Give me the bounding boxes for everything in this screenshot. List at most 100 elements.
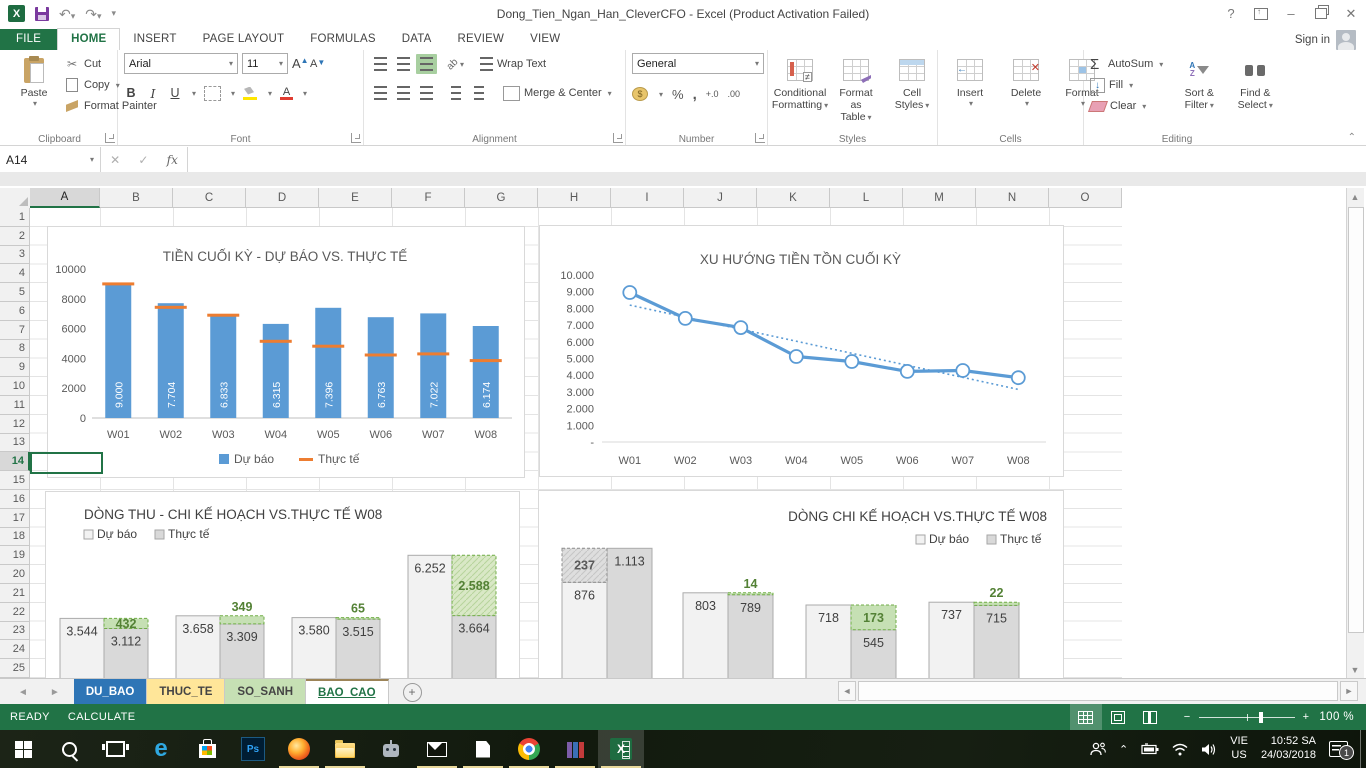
zoom-in-button[interactable]: + [1303, 711, 1310, 723]
column-header-K[interactable]: K [757, 188, 830, 208]
decrease-indent-button[interactable] [445, 83, 466, 103]
row-header-1[interactable]: 1 [0, 208, 30, 227]
taskbar-photoshop-icon[interactable]: Ps [230, 730, 276, 768]
fill-color-icon[interactable] [243, 87, 258, 100]
taskbar-store-icon[interactable] [184, 730, 230, 768]
row-header-25[interactable]: 25 [0, 659, 30, 678]
wifi-icon[interactable] [1172, 743, 1188, 756]
row-header-13[interactable]: 13 [0, 434, 30, 453]
percent-style-button[interactable]: % [672, 87, 684, 102]
formula-input[interactable] [188, 147, 1366, 172]
middle-align-button[interactable] [393, 54, 414, 74]
column-header-M[interactable]: M [903, 188, 976, 208]
decrease-decimal-button[interactable]: .00 [728, 90, 741, 99]
sheet-tab-du_bao[interactable]: DU_BAO [74, 679, 148, 705]
row-header-4[interactable]: 4 [0, 264, 30, 283]
language-indicator[interactable]: VIE US [1230, 735, 1248, 763]
column-header-A[interactable]: A [30, 188, 100, 208]
chart-dong-thu[interactable]: DÒNG THU - CHI KẾ HOẠCH VS.THỰC TẾ W08Dự… [45, 491, 520, 678]
column-header-N[interactable]: N [976, 188, 1049, 208]
taskbar-task-view-icon[interactable] [92, 730, 138, 768]
borders-icon[interactable] [204, 86, 221, 101]
sign-in[interactable]: Sign in [1295, 30, 1366, 50]
select-all-corner[interactable] [0, 188, 31, 209]
column-header-B[interactable]: B [100, 188, 173, 208]
number-dialog-launcher-icon[interactable] [755, 133, 765, 143]
collapse-ribbon-icon[interactable]: ⌃ [1348, 132, 1356, 143]
scroll-up-icon[interactable]: ▲ [1347, 188, 1363, 205]
shrink-font-button[interactable]: A▼ [310, 58, 324, 70]
zoom-level[interactable]: 100 % [1319, 711, 1354, 723]
horizontal-scrollbar[interactable]: ◄ ► [838, 681, 1358, 701]
font-family-select[interactable]: Arial▾ [124, 53, 238, 74]
ribbon-tab-review[interactable]: REVIEW [445, 29, 518, 50]
name-box-dropdown-icon[interactable]: ▾ [90, 155, 94, 164]
row-header-5[interactable]: 5 [0, 283, 30, 302]
restore-button[interactable] [1306, 0, 1336, 27]
find-select-button[interactable]: Find & Select▾ [1229, 53, 1281, 132]
bold-button[interactable]: B [124, 86, 138, 100]
italic-button[interactable]: I [146, 86, 160, 101]
normal-view-button[interactable] [1070, 704, 1102, 730]
name-box[interactable]: A14 ▾ [0, 147, 101, 172]
row-header-22[interactable]: 22 [0, 603, 30, 622]
paste-button[interactable]: Paste▾ [8, 53, 60, 132]
alignment-dialog-launcher-icon[interactable] [613, 133, 623, 143]
row-header-17[interactable]: 17 [0, 509, 30, 528]
close-button[interactable]: ✕ [1336, 0, 1366, 27]
taskbar-file-explorer-icon[interactable] [322, 730, 368, 768]
row-header-23[interactable]: 23 [0, 622, 30, 641]
row-header-14[interactable]: 14 [0, 452, 30, 471]
column-header-C[interactable]: C [173, 188, 246, 208]
zoom-slider[interactable] [1199, 717, 1295, 718]
clear-button[interactable]: Clear▾ [1090, 97, 1163, 115]
ribbon-display-options-button[interactable] [1246, 0, 1276, 27]
underline-button[interactable]: U [168, 86, 182, 100]
row-header-24[interactable]: 24 [0, 640, 30, 659]
clock[interactable]: 10:52 SA 24/03/2018 [1261, 735, 1316, 763]
row-header-21[interactable]: 21 [0, 584, 30, 603]
row-header-11[interactable]: 11 [0, 396, 30, 415]
font-size-select[interactable]: 11▾ [242, 53, 288, 74]
page-break-view-button[interactable] [1134, 704, 1166, 730]
taskbar-firefox-icon[interactable] [276, 730, 322, 768]
battery-icon[interactable] [1141, 743, 1159, 755]
taskbar-robot-icon[interactable] [368, 730, 414, 768]
ribbon-tab-data[interactable]: DATA [389, 29, 445, 50]
ribbon-tab-page-layout[interactable]: PAGE LAYOUT [190, 29, 298, 50]
insert-cells-button[interactable]: Insert▾ [944, 53, 996, 132]
avatar[interactable] [1336, 30, 1356, 50]
column-header-I[interactable]: I [611, 188, 684, 208]
insert-function-icon[interactable]: fx [167, 153, 178, 167]
orientation-button[interactable]: ab▾ [445, 54, 466, 74]
taskbar-mail-icon[interactable] [414, 730, 460, 768]
row-header-3[interactable]: 3 [0, 246, 30, 265]
scroll-down-icon[interactable]: ▼ [1347, 661, 1363, 678]
font-color-icon[interactable]: A [280, 87, 293, 100]
sheet-next-icon[interactable]: ► [50, 687, 60, 698]
horizontal-scroll-thumb[interactable] [858, 681, 1338, 701]
cancel-icon[interactable]: ✕ [110, 153, 120, 167]
bottom-align-button[interactable] [416, 54, 437, 74]
format-as-table-button[interactable]: Format as Table▾ [830, 53, 882, 132]
row-header-15[interactable]: 15 [0, 471, 30, 490]
enter-icon[interactable]: ✓ [138, 153, 148, 167]
ribbon-tab-home[interactable]: HOME [57, 28, 120, 50]
increase-indent-button[interactable] [468, 83, 489, 103]
chart-tien-cuoi-ky[interactable]: TIỀN CUỐI KỲ - DỰ BÁO VS. THỰC TẾ0200040… [47, 226, 525, 478]
align-right-button[interactable] [416, 83, 437, 103]
number-format-select[interactable]: General▾ [632, 53, 764, 74]
minimize-button[interactable]: – [1276, 0, 1306, 27]
help-button[interactable]: ? [1216, 0, 1246, 27]
row-header-9[interactable]: 9 [0, 358, 30, 377]
volume-icon[interactable] [1201, 743, 1217, 756]
vertical-scroll-thumb[interactable] [1348, 207, 1364, 633]
font-dialog-launcher-icon[interactable] [351, 133, 361, 143]
accounting-format-icon[interactable]: $ [632, 87, 648, 101]
fill-button[interactable]: ↓Fill▾ [1090, 76, 1163, 94]
sheet-tab-thuc_te[interactable]: THUC_TE [147, 679, 225, 705]
chart-dong-chi[interactable]: DÒNG CHI KẾ HOẠCH VS.THỰC TẾ W08Dự báoTh… [538, 490, 1064, 678]
taskbar-document-icon[interactable] [460, 730, 506, 768]
people-icon[interactable] [1090, 742, 1106, 756]
row-header-7[interactable]: 7 [0, 321, 30, 340]
